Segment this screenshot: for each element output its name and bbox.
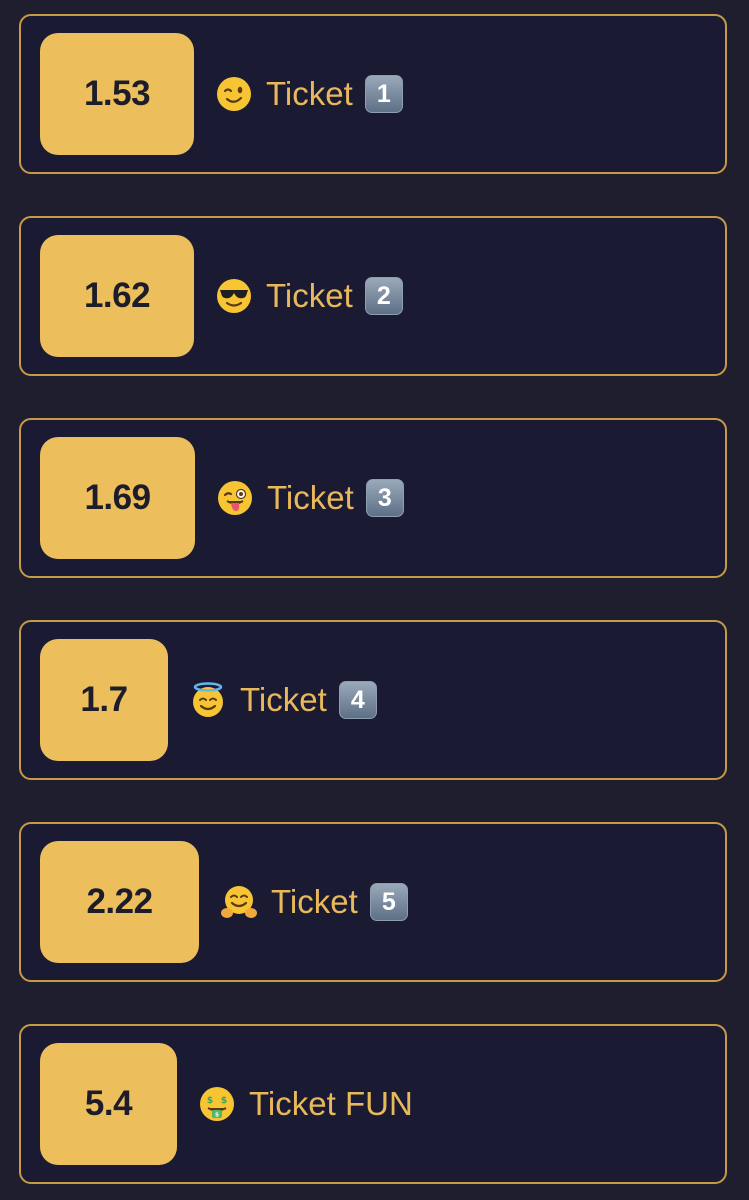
number-badge: 2: [364, 277, 403, 315]
ticket-card[interactable]: 1.53 Ticket 1: [19, 14, 727, 174]
ticket-text: Ticket: [271, 883, 358, 920]
ticket-label: Ticket 5: [221, 883, 408, 921]
ticket-list: 1.53 Ticket 1 1.62 Ticket 2 1.69 Ticket …: [0, 0, 749, 1200]
odds-badge: 1.53: [40, 33, 194, 155]
odds-badge: 5.4: [40, 1043, 177, 1165]
ticket-text: Ticket: [266, 75, 353, 112]
ticket-label: Ticket 2: [216, 277, 403, 315]
odds-badge: 2.22: [40, 841, 199, 963]
sunglasses-face-icon: [216, 278, 252, 314]
svg-text:$: $: [207, 1096, 213, 1106]
number-badge: 4: [338, 681, 377, 719]
ticket-label: Ticket 3: [217, 479, 404, 517]
ticket-label: Ticket 1: [216, 75, 403, 113]
odds-badge: 1.62: [40, 235, 194, 357]
ticket-label: $ $ $ Ticket FUN: [199, 1085, 425, 1123]
number-badge: 1: [364, 75, 403, 113]
ticket-text: Ticket: [266, 277, 353, 314]
ticket-text: Ticket: [240, 681, 327, 718]
number-badge: 5: [369, 883, 408, 921]
svg-text:$: $: [215, 1112, 219, 1119]
winking-face-icon: [216, 76, 252, 112]
ticket-card[interactable]: 5.4 $ $ $ Ticket FUN: [19, 1024, 727, 1184]
odds-badge: 1.69: [40, 437, 195, 559]
ticket-text: Ticket FUN: [249, 1085, 413, 1122]
hugging-face-icon: [221, 884, 257, 920]
svg-text:$: $: [221, 1096, 227, 1106]
ticket-card[interactable]: 1.7 Ticket 4: [19, 620, 727, 780]
ticket-card[interactable]: 1.62 Ticket 2: [19, 216, 727, 376]
zany-tongue-face-icon: [217, 480, 253, 516]
money-mouth-face-icon: $ $ $: [199, 1086, 235, 1122]
ticket-card[interactable]: 1.69 Ticket 3: [19, 418, 727, 578]
ticket-card[interactable]: 2.22 Ticket 5: [19, 822, 727, 982]
number-badge: 3: [365, 479, 404, 517]
halo-face-icon: [190, 682, 226, 718]
odds-badge: 1.7: [40, 639, 168, 761]
ticket-text: Ticket: [267, 479, 354, 516]
ticket-label: Ticket 4: [190, 681, 377, 719]
